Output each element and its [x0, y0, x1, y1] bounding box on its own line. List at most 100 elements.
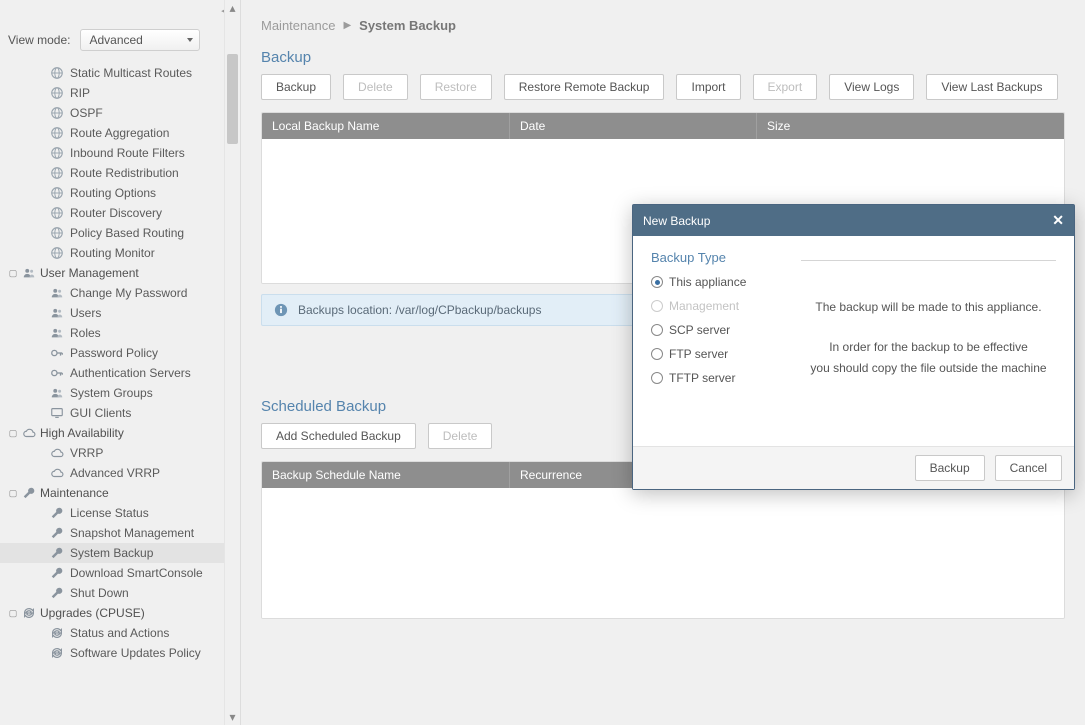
dialog-cancel-button[interactable]: Cancel: [995, 455, 1062, 481]
item-icon: [50, 586, 64, 600]
sidebar-scrollbar[interactable]: ▴ ▾: [224, 0, 240, 725]
radio-ftp-server[interactable]: FTP server: [651, 347, 781, 361]
sidebar-item-routing-0[interactable]: Static Multicast Routes: [0, 63, 240, 83]
sidebar-item-maintenance-3[interactable]: Download SmartConsole: [0, 563, 240, 583]
scroll-up-icon[interactable]: ▴: [225, 0, 240, 16]
scheduled-table-body: [262, 488, 1064, 618]
view-mode-label: View mode:: [8, 33, 70, 47]
section-icon: [22, 426, 36, 440]
dialog-message-line: The backup will be made to this applianc…: [801, 297, 1056, 319]
radio-scp-server[interactable]: SCP server: [651, 323, 781, 337]
backup-type-heading: Backup Type: [651, 250, 781, 265]
sidebar-item-label: Snapshot Management: [70, 526, 194, 540]
view-mode-value: Advanced: [89, 33, 142, 47]
add-scheduled-backup-button[interactable]: Add Scheduled Backup: [261, 423, 416, 449]
collapse-icon[interactable]: ▢: [8, 268, 18, 278]
view-last-backups-button[interactable]: View Last Backups: [926, 74, 1057, 100]
radio-this-appliance[interactable]: This appliance: [651, 275, 781, 289]
section-label: High Availability: [40, 426, 124, 440]
item-icon: [50, 406, 64, 420]
collapse-icon[interactable]: ▢: [8, 608, 18, 618]
scheduled-delete-button: Delete: [428, 423, 493, 449]
close-icon[interactable]: ✕: [1052, 212, 1064, 229]
dialog-footer: Backup Cancel: [633, 446, 1074, 489]
item-icon: [50, 546, 64, 560]
sidebar-item-label: Router Discovery: [70, 206, 162, 220]
item-icon: [50, 326, 64, 340]
item-icon: [50, 646, 64, 660]
breadcrumb-parent[interactable]: Maintenance: [261, 18, 335, 33]
chevron-down-icon: [187, 38, 193, 42]
sidebar-item-routing-9[interactable]: Routing Monitor: [0, 243, 240, 263]
item-icon: [50, 466, 64, 480]
view-logs-button[interactable]: View Logs: [829, 74, 914, 100]
sidebar-item-maintenance-0[interactable]: License Status: [0, 503, 240, 523]
item-icon: [50, 626, 64, 640]
sidebar-item-label: Policy Based Routing: [70, 226, 184, 240]
sidebar-item-routing-3[interactable]: Route Aggregation: [0, 123, 240, 143]
import-button[interactable]: Import: [676, 74, 740, 100]
item-icon: [50, 366, 64, 380]
sidebar-section-0[interactable]: ▢User Management: [0, 263, 240, 283]
sidebar-item-label: Route Aggregation: [70, 126, 169, 140]
th-date[interactable]: Date: [510, 113, 757, 139]
sidebar-item-upgrades-cpuse--0[interactable]: Status and Actions: [0, 623, 240, 643]
sidebar-item-label: GUI Clients: [70, 406, 131, 420]
scroll-down-icon[interactable]: ▾: [225, 709, 240, 725]
sidebar-item-label: Advanced VRRP: [70, 466, 160, 480]
sidebar-collapse-icon[interactable]: ◀◀: [0, 0, 240, 19]
sidebar-item-user-management-4[interactable]: Authentication Servers: [0, 363, 240, 383]
globe-icon: [50, 226, 64, 240]
collapse-icon[interactable]: ▢: [8, 488, 18, 498]
th-local-backup-name[interactable]: Local Backup Name: [262, 113, 510, 139]
collapse-icon[interactable]: ▢: [8, 428, 18, 438]
sidebar-item-user-management-3[interactable]: Password Policy: [0, 343, 240, 363]
sidebar-item-high-availability-1[interactable]: Advanced VRRP: [0, 463, 240, 483]
sidebar-item-user-management-1[interactable]: Users: [0, 303, 240, 323]
radio-icon: [651, 324, 663, 336]
sidebar-item-routing-2[interactable]: OSPF: [0, 103, 240, 123]
sidebar-item-routing-8[interactable]: Policy Based Routing: [0, 223, 240, 243]
radio-tftp-server[interactable]: TFTP server: [651, 371, 781, 385]
sidebar-item-routing-4[interactable]: Inbound Route Filters: [0, 143, 240, 163]
sidebar-item-routing-1[interactable]: RIP: [0, 83, 240, 103]
globe-icon: [50, 66, 64, 80]
sidebar-item-high-availability-0[interactable]: VRRP: [0, 443, 240, 463]
sidebar-item-routing-6[interactable]: Routing Options: [0, 183, 240, 203]
globe-icon: [50, 166, 64, 180]
dialog-titlebar[interactable]: New Backup ✕: [633, 205, 1074, 236]
section-icon: [22, 266, 36, 280]
sidebar-item-routing-7[interactable]: Router Discovery: [0, 203, 240, 223]
sidebar-item-user-management-2[interactable]: Roles: [0, 323, 240, 343]
restore-remote-button[interactable]: Restore Remote Backup: [504, 74, 665, 100]
radio-icon: [651, 276, 663, 288]
item-icon: [50, 346, 64, 360]
sidebar-item-user-management-0[interactable]: Change My Password: [0, 283, 240, 303]
backup-table-head: Local Backup Name Date Size: [262, 113, 1064, 139]
view-mode-row: View mode: Advanced: [0, 19, 240, 61]
sidebar-section-3[interactable]: ▢Upgrades (CPUSE): [0, 603, 240, 623]
th-size[interactable]: Size: [757, 113, 1064, 139]
sidebar-item-upgrades-cpuse--1[interactable]: Software Updates Policy: [0, 643, 240, 663]
item-icon: [50, 386, 64, 400]
sidebar-item-label: System Groups: [70, 386, 153, 400]
sidebar-section-2[interactable]: ▢Maintenance: [0, 483, 240, 503]
view-mode-select[interactable]: Advanced: [80, 29, 200, 51]
sidebar-item-label: Download SmartConsole: [70, 566, 203, 580]
backup-info-text: Backups location: /var/log/CPbackup/back…: [298, 303, 541, 317]
dialog-backup-button[interactable]: Backup: [915, 455, 985, 481]
backup-button[interactable]: Backup: [261, 74, 331, 100]
item-icon: [50, 306, 64, 320]
sidebar-item-maintenance-1[interactable]: Snapshot Management: [0, 523, 240, 543]
breadcrumb-sep-icon: ▶: [343, 20, 351, 31]
th-schedule-name[interactable]: Backup Schedule Name: [262, 462, 510, 488]
sidebar-item-maintenance-4[interactable]: Shut Down: [0, 583, 240, 603]
item-icon: [50, 446, 64, 460]
sidebar-scrollbar-thumb[interactable]: [227, 54, 238, 144]
sidebar-item-routing-5[interactable]: Route Redistribution: [0, 163, 240, 183]
sidebar-item-label: Users: [70, 306, 101, 320]
sidebar-item-user-management-5[interactable]: System Groups: [0, 383, 240, 403]
sidebar-item-maintenance-2[interactable]: System Backup: [0, 543, 240, 563]
sidebar-item-user-management-6[interactable]: GUI Clients: [0, 403, 240, 423]
sidebar-section-1[interactable]: ▢ High Availability: [0, 423, 240, 443]
